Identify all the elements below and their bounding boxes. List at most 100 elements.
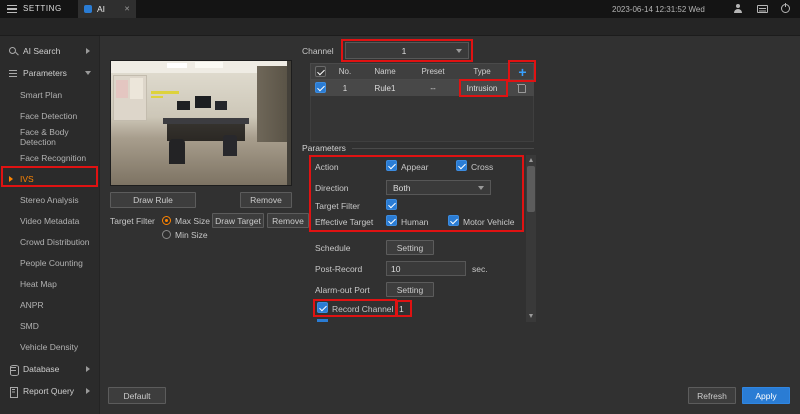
rules-table-body: [310, 96, 534, 142]
default-button[interactable]: Default: [108, 387, 166, 404]
sidebar-item-crowd-distribution[interactable]: Crowd Distribution: [0, 231, 100, 252]
sidebar-item-database[interactable]: Database: [0, 358, 100, 380]
row-checkbox[interactable]: [315, 82, 326, 93]
sidebar-item-label: Heat Map: [20, 278, 57, 289]
preview-osd-overlay: [151, 91, 179, 94]
preview-wall-edge: [287, 61, 291, 185]
channel-dropdown[interactable]: 1: [345, 42, 469, 59]
remove-target-button[interactable]: Remove: [267, 213, 309, 228]
sidebar-item-smd[interactable]: SMD: [0, 315, 100, 336]
sidebar-item-face-recognition[interactable]: Face Recognition: [0, 147, 100, 168]
sidebar-group-label: Database: [23, 364, 60, 374]
sidebar-item-people-counting[interactable]: People Counting: [0, 252, 100, 273]
refresh-button[interactable]: Refresh: [688, 387, 736, 404]
preview-osd-overlay: [151, 96, 163, 98]
clipped-next-row-checkbox: [317, 319, 328, 322]
tab-close-icon[interactable]: ✕: [124, 5, 130, 13]
apply-button[interactable]: Apply: [742, 387, 790, 404]
preview-light: [167, 63, 187, 68]
motor-vehicle-checkbox[interactable]: [448, 215, 459, 226]
column-header-type: Type: [473, 67, 491, 76]
sidebar-item-ai-search[interactable]: AI Search: [0, 40, 100, 62]
add-rule-button[interactable]: +: [512, 63, 533, 80]
motor-vehicle-label: Motor Vehicle: [463, 217, 515, 227]
tab-ai[interactable]: AI ✕: [78, 0, 136, 18]
sidebar-item-label: People Counting: [20, 257, 83, 268]
window-title-bar: [0, 18, 800, 36]
sidebar-item-face-detection[interactable]: Face Detection: [0, 105, 100, 126]
record-channel-value[interactable]: 1: [399, 304, 404, 314]
max-size-radio[interactable]: [162, 216, 171, 225]
section-divider: [352, 148, 534, 149]
sidebar-item-smart-plan[interactable]: Smart Plan: [0, 84, 100, 105]
chevron-right-icon: [86, 366, 90, 372]
select-all-checkbox[interactable]: [315, 66, 326, 77]
target-filter-checkbox[interactable]: [386, 199, 397, 210]
remove-rule-button[interactable]: Remove: [240, 192, 292, 208]
scroll-down-icon[interactable]: [528, 314, 533, 318]
button-label: Remove: [272, 215, 304, 226]
alarm-out-setting-button[interactable]: Setting: [386, 282, 434, 297]
sidebar-item-report-query[interactable]: Report Query: [0, 380, 100, 402]
report-icon: [8, 386, 18, 398]
hamburger-menu-icon[interactable]: [7, 5, 17, 13]
user-icon[interactable]: [733, 4, 743, 14]
datetime-display: 2023-06-14 12:31:52 Wed: [612, 5, 705, 14]
chevron-down-icon: [478, 185, 484, 190]
direction-value: Both: [393, 182, 411, 193]
alarm-out-port-label: Alarm-out Port: [315, 285, 370, 295]
sidebar-item-vehicle-density[interactable]: Vehicle Density: [0, 336, 100, 357]
scroll-up-icon[interactable]: [528, 158, 533, 162]
schedule-label: Schedule: [315, 243, 351, 253]
human-checkbox[interactable]: [386, 215, 397, 226]
sidebar-item-parameters[interactable]: Parameters: [0, 62, 100, 84]
cell-type: Intrusion: [466, 84, 498, 93]
target-filter-label: Target Filter: [110, 216, 155, 226]
tab-label: AI: [97, 4, 106, 14]
parameters-section-title: Parameters: [302, 143, 346, 153]
column-header-preset: Preset: [421, 67, 445, 76]
preview-poster: [116, 80, 128, 98]
power-icon[interactable]: [781, 3, 790, 13]
preview-chair: [169, 139, 185, 164]
direction-dropdown[interactable]: Both: [386, 180, 491, 195]
record-channel-checkbox[interactable]: [317, 302, 328, 313]
sidebar-item-label: SMD: [20, 320, 39, 331]
scrollbar-thumb[interactable]: [527, 166, 535, 212]
sidebar-item-ivs[interactable]: IVS: [0, 168, 100, 189]
sidebar-item-label: Crowd Distribution: [20, 236, 90, 247]
preview-monitor: [215, 101, 227, 110]
post-record-input[interactable]: [386, 261, 466, 276]
record-channel-label: Record Channel: [332, 304, 394, 314]
ai-tab-icon: [84, 5, 92, 13]
param-target-filter-label: Target Filter: [315, 201, 360, 211]
sidebar-item-label: Face & Body Detection: [20, 126, 69, 147]
sidebar-group-label: Report Query: [23, 386, 75, 396]
column-header-name: Name: [374, 67, 396, 76]
sidebar-group-label: Parameters: [23, 68, 67, 78]
camera-preview[interactable]: [110, 60, 292, 186]
draw-rule-button[interactable]: Draw Rule: [110, 192, 196, 208]
sidebar: AI Search Parameters Smart Plan Face Det…: [0, 36, 100, 414]
draw-target-button[interactable]: Draw Target: [212, 213, 264, 228]
min-size-radio[interactable]: [162, 230, 171, 239]
cell-no: 1: [342, 84, 348, 93]
schedule-setting-button[interactable]: Setting: [386, 240, 434, 255]
sidebar-item-face-body-detection[interactable]: Face & Body Detection: [0, 126, 100, 147]
human-label: Human: [401, 217, 429, 227]
keyboard-icon[interactable]: [757, 5, 768, 13]
app-window: SETTING AI ✕ 2023-06-14 12:31:52 Wed AI …: [0, 0, 800, 414]
sidebar-item-label: IVS: [20, 173, 34, 184]
sidebar-item-stereo-analysis[interactable]: Stereo Analysis: [0, 189, 100, 210]
sidebar-item-video-metadata[interactable]: Video Metadata: [0, 210, 100, 231]
effective-target-label: Effective Target: [315, 217, 374, 227]
sidebar-item-anpr[interactable]: ANPR: [0, 294, 100, 315]
min-size-label: Min Size: [175, 230, 208, 240]
channel-value: 1: [401, 45, 407, 56]
sidebar-item-heat-map[interactable]: Heat Map: [0, 273, 100, 294]
delete-rule-icon[interactable]: [517, 83, 526, 93]
app-title: SETTING: [23, 4, 62, 13]
appear-checkbox[interactable]: [386, 160, 397, 171]
cross-checkbox[interactable]: [456, 160, 467, 171]
preview-poster: [130, 78, 143, 99]
